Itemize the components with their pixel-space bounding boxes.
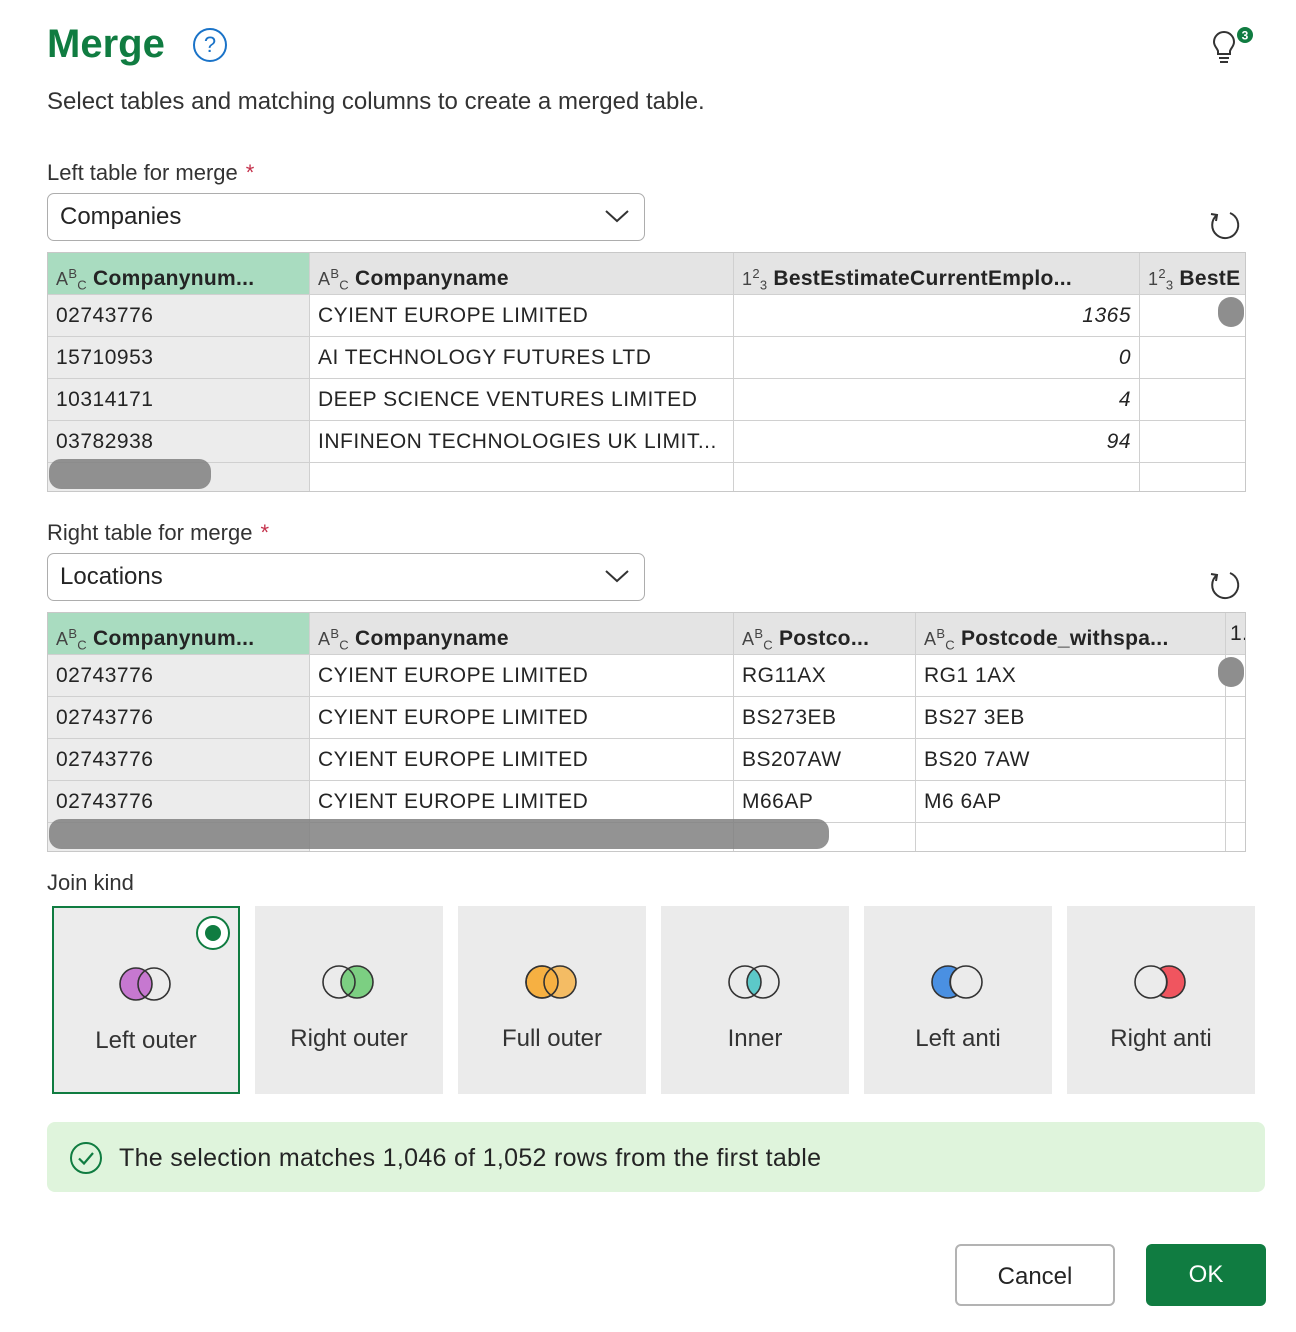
column-header-postcode-withspace[interactable]: ABC Postcode_withspa... — [916, 613, 1226, 654]
join-option-left-outer[interactable]: Left outer — [52, 906, 240, 1094]
match-status-text: The selection matches 1,046 of 1,052 row… — [119, 1144, 822, 1172]
column-header-companyname[interactable]: ABC Companyname — [310, 613, 734, 654]
table-row: 02743776 CYIENT EUROPE LIMITED M66AP M6 … — [48, 781, 1245, 823]
right-table-label: Right table for merge * — [47, 520, 269, 545]
text-type-icon: ABC — [318, 626, 349, 653]
right-table-dropdown[interactable]: Locations — [47, 553, 645, 601]
dialog-subtitle: Select tables and matching columns to cr… — [47, 88, 705, 115]
refresh-right-icon[interactable] — [1208, 568, 1242, 602]
text-type-icon: ABC — [924, 626, 955, 653]
left-table-label: Left table for merge * — [47, 160, 255, 185]
check-circle-icon — [70, 1142, 102, 1174]
join-option-full-outer[interactable]: Full outer — [458, 906, 646, 1094]
question-circle-icon[interactable]: ? — [193, 28, 227, 62]
text-type-icon: ABC — [56, 626, 87, 653]
chevron-down-icon — [605, 570, 629, 583]
left-outer-venn-icon — [119, 967, 171, 1001]
lightbulb-icon[interactable]: 3 — [1208, 26, 1258, 66]
vertical-scrollbar[interactable] — [1218, 297, 1244, 327]
right-outer-venn-icon — [322, 965, 374, 999]
join-option-left-anti[interactable]: Left anti — [864, 906, 1052, 1094]
join-kind-label: Join kind — [47, 870, 134, 895]
table-row: 02743776 CYIENT EUROPE LIMITED 1365 — [48, 295, 1245, 337]
tips-badge: 3 — [1242, 29, 1249, 43]
text-type-icon: ABC — [742, 626, 773, 653]
left-table-dropdown[interactable]: Companies — [47, 193, 645, 241]
right-table-preview: ABC Companynum... ABC Companyname ABC Postc… — [47, 612, 1246, 852]
horizontal-scrollbar[interactable] — [49, 819, 829, 849]
left-anti-venn-icon — [931, 965, 983, 999]
right-anti-venn-icon — [1134, 965, 1186, 999]
right-table-selected: Locations — [60, 563, 163, 590]
column-header-bestestimate[interactable]: 123 BestEstimateCurrentEmplo... — [734, 253, 1140, 294]
table-row: 02743776 CYIENT EUROPE LIMITED BS207AW B… — [48, 739, 1245, 781]
join-option-right-outer[interactable]: Right outer — [255, 906, 443, 1094]
match-status-banner: The selection matches 1,046 of 1,052 row… — [47, 1122, 1265, 1192]
column-header-beste[interactable]: 123 BestE — [1140, 253, 1245, 294]
left-table-preview: ABC Companynum... ABC Companyname 123 BestE… — [47, 252, 1246, 492]
chevron-down-icon — [605, 210, 629, 223]
inner-venn-icon — [728, 965, 780, 999]
dialog-title: Merge — [47, 22, 165, 66]
text-type-icon: ABC — [56, 266, 87, 293]
text-type-icon: ABC — [318, 266, 349, 293]
number-type-icon: 123 — [1148, 266, 1174, 293]
ok-button[interactable]: OK — [1146, 1244, 1266, 1306]
table-row: 02743776 CYIENT EUROPE LIMITED RG11AX RG… — [48, 655, 1245, 697]
column-header-companyname[interactable]: ABC Companyname — [310, 253, 734, 294]
horizontal-scrollbar[interactable] — [49, 459, 211, 489]
table-row: 15710953 AI TECHNOLOGY FUTURES LTD 0 — [48, 337, 1245, 379]
column-header-companynumber[interactable]: ABC Companynum... — [48, 613, 310, 654]
join-option-inner[interactable]: Inner — [661, 906, 849, 1094]
column-header-postcode[interactable]: ABC Postco... — [734, 613, 916, 654]
vertical-scrollbar[interactable] — [1218, 657, 1244, 687]
table-row: 10314171 DEEP SCIENCE VENTURES LIMITED 4 — [48, 379, 1245, 421]
cancel-button[interactable]: Cancel — [955, 1244, 1115, 1306]
table-row: 03782938 INFINEON TECHNOLOGIES UK LIMIT.… — [48, 421, 1245, 463]
join-option-right-anti[interactable]: Right anti — [1067, 906, 1255, 1094]
radio-selected-icon[interactable] — [196, 916, 230, 950]
table-row: 02743776 CYIENT EUROPE LIMITED BS273EB B… — [48, 697, 1245, 739]
left-table-selected: Companies — [60, 203, 182, 230]
column-header-companynumber[interactable]: ABC Companynum... — [48, 253, 310, 294]
refresh-left-icon[interactable] — [1208, 208, 1242, 242]
column-header-truncated[interactable]: 1. — [1226, 613, 1245, 654]
number-type-icon: 123 — [742, 266, 768, 293]
full-outer-venn-icon — [525, 965, 577, 999]
